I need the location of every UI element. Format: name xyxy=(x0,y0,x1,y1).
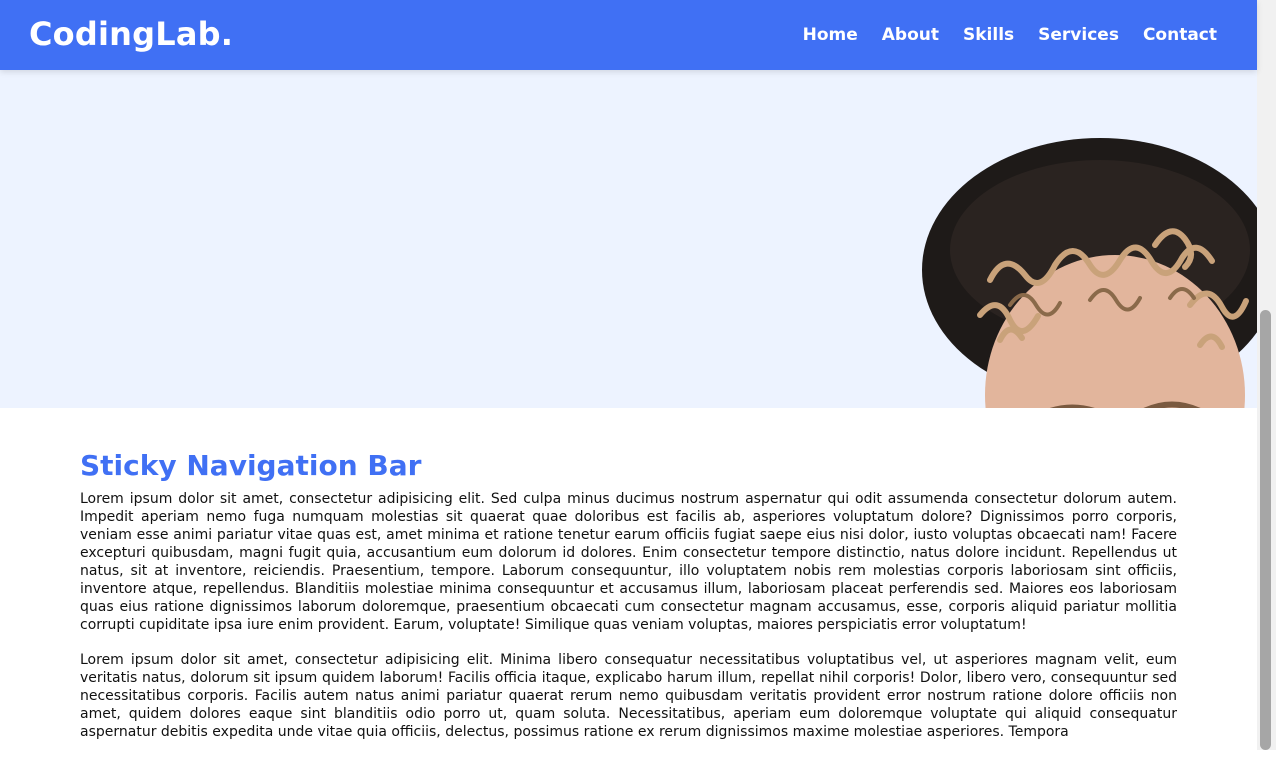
nav-link-services[interactable]: Services xyxy=(1038,25,1119,45)
navbar: CodingLab. Home About Skills Services Co… xyxy=(0,0,1257,70)
nav-links: Home About Skills Services Contact xyxy=(803,0,1217,70)
nav-link-contact[interactable]: Contact xyxy=(1143,25,1217,45)
body-paragraph: Lorem ipsum dolor sit amet, consectetur … xyxy=(80,491,1177,633)
site-logo[interactable]: CodingLab. xyxy=(29,14,233,54)
main-content: Sticky Navigation Bar Lorem ipsum dolor … xyxy=(80,408,1177,758)
nav-link-skills[interactable]: Skills xyxy=(963,25,1014,45)
body-paragraph: Lorem ipsum dolor sit amet, consectetur … xyxy=(80,652,1177,740)
hero-portrait-image xyxy=(922,138,1257,408)
nav-link-home[interactable]: Home xyxy=(803,25,858,45)
nav-link-about[interactable]: About xyxy=(882,25,939,45)
page-scrollbar[interactable] xyxy=(1257,0,1276,750)
scrollbar-thumb[interactable] xyxy=(1260,310,1271,750)
hero-section xyxy=(0,70,1257,408)
page-heading: Sticky Navigation Bar xyxy=(80,449,422,482)
